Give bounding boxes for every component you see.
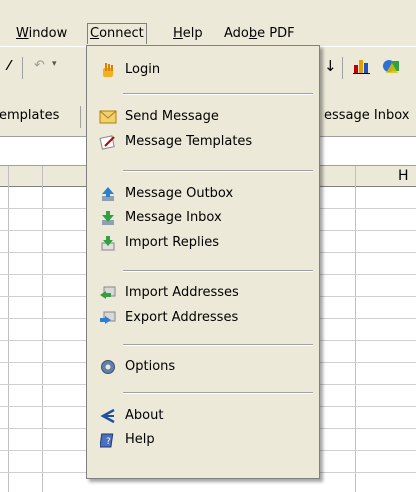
toolbar-separator — [342, 57, 343, 79]
menu-separator — [123, 93, 313, 95]
menu-separator — [123, 344, 313, 346]
menu-item-import-replies[interactable]: Import Replies — [87, 231, 317, 255]
toolbar-separator — [80, 106, 81, 128]
menu-separator — [123, 170, 313, 172]
message-inbox-toolbar-button[interactable]: essage Inbox — [324, 108, 409, 123]
menu-window[interactable]: Window — [14, 24, 69, 44]
chart-wizard-icon[interactable] — [352, 57, 370, 79]
menu-item-login[interactable]: Login — [87, 58, 317, 82]
help-book-icon: ? — [99, 432, 117, 448]
menu-item-send-message[interactable]: Send Message — [87, 105, 317, 129]
envelope-icon — [99, 109, 117, 125]
menu-item-export-addresses[interactable]: Export Addresses — [87, 306, 317, 330]
sort-descending-icon[interactable]: ↓ — [324, 57, 337, 75]
inbox-icon — [99, 210, 117, 226]
about-icon — [99, 408, 117, 424]
menu-item-options[interactable]: Options — [87, 355, 317, 379]
templates-icon — [99, 134, 117, 150]
gear-icon — [99, 359, 117, 375]
grid-column-line — [355, 166, 356, 492]
import-addresses-icon — [99, 285, 117, 301]
grid-column-line — [42, 166, 43, 492]
menu-item-import-addresses[interactable]: Import Addresses — [87, 281, 317, 305]
menu-item-help[interactable]: ? Help — [87, 428, 317, 452]
column-header-h[interactable]: H — [398, 168, 409, 184]
menu-bar: Window Connect Help Adobe PDF — [0, 0, 416, 46]
menu-connect[interactable]: Connect — [87, 23, 147, 44]
undo-dropdown-icon[interactable]: ▾ — [52, 59, 57, 69]
toolbar-separator — [22, 57, 23, 79]
import-replies-icon — [99, 235, 117, 251]
menu-separator — [123, 392, 313, 394]
menu-item-message-inbox[interactable]: Message Inbox — [87, 206, 317, 230]
menu-item-message-outbox[interactable]: Message Outbox — [87, 182, 317, 206]
grid-column-line — [8, 166, 9, 492]
undo-icon[interactable]: ↶ — [34, 58, 45, 73]
outbox-icon — [99, 186, 117, 202]
menu-separator — [123, 270, 313, 272]
svg-text:?: ? — [106, 437, 111, 447]
login-icon — [99, 62, 117, 78]
menu-adobe-pdf[interactable]: Adobe PDF — [222, 24, 297, 44]
format-painter-icon[interactable]: ⁄ — [8, 59, 10, 74]
menu-item-about[interactable]: About — [87, 404, 317, 428]
templates-toolbar-button[interactable]: emplates — [0, 108, 59, 123]
menu-item-message-templates[interactable]: Message Templates — [87, 130, 317, 154]
connect-dropdown-menu: Login Send Message Message Templates Mes… — [86, 45, 320, 479]
menu-help[interactable]: Help — [171, 24, 205, 44]
drawing-icon[interactable] — [382, 57, 400, 79]
export-addresses-icon — [99, 310, 117, 326]
